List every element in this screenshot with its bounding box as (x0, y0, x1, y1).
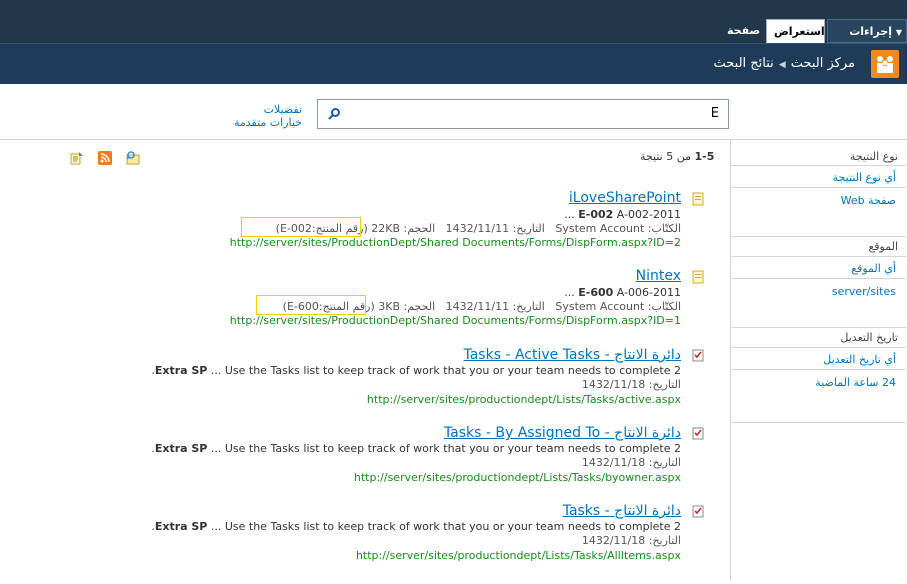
result-item: دائرة الانتاج - Tasks 2 Extra SP ... Use… (0, 503, 728, 584)
highlight-box (256, 295, 366, 315)
search-input[interactable]: E (317, 99, 729, 129)
result-item: دائرة الانتاج - Tasks - Active Tasks 2 E… (0, 347, 728, 428)
refine-site-any-box: أي الموقع (731, 256, 906, 279)
refine-result-type-web-page[interactable]: صفحة Web (841, 194, 896, 207)
result-title-link[interactable]: دائرة الانتاج - Tasks (563, 503, 681, 519)
result-authors: System Account (555, 300, 645, 313)
result-authors-label: الكتّاب: (647, 300, 681, 313)
refine-result-type-any[interactable]: أي نوع النتيجة (833, 171, 896, 184)
result-date: 1432/11/11 (445, 300, 510, 313)
result-authors: System Account (555, 222, 645, 235)
result-meta: التاريخ: 1432/11/18 (582, 534, 681, 547)
results-count: 1-5 من 5 نتيجة (640, 150, 714, 163)
result-title-link[interactable]: دائرة الانتاج - Tasks - Active Tasks (463, 347, 681, 363)
result-summary-bold: Extra SP (154, 520, 208, 533)
document-icon (692, 270, 704, 284)
result-title-link[interactable]: iLoveSharePoint (569, 190, 681, 206)
result-item: iLoveSharePoint E-002 A-002-2011 ... الك… (0, 190, 728, 272)
breadcrumb-page: نتائج البحث (713, 56, 774, 71)
result-summary-pre: 2 (674, 442, 681, 455)
chevron-down-icon: ▼ (895, 28, 902, 37)
result-date-label: التاريخ: (512, 300, 545, 313)
ribbon-bar: ▼ إجراءات الموقع استعراض صفحة (0, 0, 907, 63)
tab-browse[interactable]: استعراض (766, 19, 825, 43)
refine-modified-list: 24 ساعة الماضية (731, 369, 906, 423)
refine-result-type-list: صفحة Web (731, 187, 906, 237)
task-list-icon (692, 349, 704, 362)
result-date-label: التاريخ: (648, 456, 681, 469)
refine-modified-any[interactable]: أي تاريخ التعديل (823, 353, 896, 366)
refine-site-heading: الموقع (868, 240, 898, 253)
refine-site-any[interactable]: أي الموقع (851, 262, 896, 275)
result-meta: التاريخ: 1432/11/18 (582, 456, 681, 469)
breadcrumb-separator-icon: ◀ (778, 60, 786, 70)
refine-site-list: server/sites (731, 278, 906, 328)
result-summary-bold: E-002 (578, 208, 614, 221)
result-summary-text: ... Use the Tasks list to keep track of … (151, 442, 671, 455)
result-date: 1432/11/18 (581, 378, 646, 391)
result-title-link[interactable]: Nintex (636, 268, 681, 284)
result-date: 1432/11/18 (581, 456, 646, 469)
result-summary-bold: E-600 (578, 286, 614, 299)
result-date: 1432/11/18 (581, 534, 646, 547)
breadcrumb: مركز البحث ◀ نتائج البحث (713, 56, 855, 71)
breadcrumb-site-link[interactable]: مركز البحث (791, 56, 855, 71)
result-size-label: الحجم: (403, 300, 436, 313)
search-icon[interactable] (327, 107, 341, 121)
result-summary: E-002 A-002-2011 ... (564, 208, 681, 221)
result-authors-label: الكتّاب: (647, 222, 681, 235)
tab-page[interactable]: صفحة (720, 19, 764, 43)
result-size: 3KB (378, 300, 401, 313)
result-size-label: الحجم: (403, 222, 436, 235)
refine-result-type-any-box: أي نوع النتيجة (731, 165, 906, 188)
result-summary: 2 Extra SP ... Use the Tasks list to kee… (151, 442, 681, 455)
site-actions-menu[interactable]: ▼ إجراءات الموقع (827, 19, 907, 63)
result-summary: 2 Extra SP ... Use the Tasks list to kee… (151, 520, 681, 533)
result-title-link[interactable]: دائرة الانتاج - Tasks - By Assigned To (444, 425, 681, 441)
results-area: 1-5 من 5 نتيجة iLoveSharePoint E-002 A-0… (0, 140, 728, 581)
rss-icon[interactable] (98, 151, 112, 165)
task-list-icon (692, 505, 704, 518)
task-list-icon (692, 427, 704, 440)
result-url-link[interactable]: http://server/sites/ProductionDept/Share… (230, 314, 681, 327)
results-range: 1-5 (694, 150, 715, 163)
result-summary-pre: 2 (674, 520, 681, 533)
result-meta: التاريخ: 1432/11/18 (582, 378, 681, 391)
results-total: من 5 نتيجة (640, 150, 691, 163)
preferences-link[interactable]: تفضيلات (240, 103, 302, 116)
site-logo-icon[interactable] (871, 50, 899, 78)
result-size: 22KB (371, 222, 401, 235)
search-area: E تفضيلات خيارات متقدمة (0, 84, 907, 140)
result-url-link[interactable]: http://server/sites/ProductionDept/Share… (230, 236, 681, 249)
result-date: 1432/11/11 (445, 222, 510, 235)
advanced-search-link[interactable]: خيارات متقدمة (220, 116, 302, 129)
document-icon (692, 192, 704, 206)
result-date-label: التاريخ: (648, 378, 681, 391)
refine-modified-heading: تاريخ التعديل (840, 331, 898, 344)
refinement-panel: نوع النتيجة أي نوع النتيجة صفحة Web المو… (730, 140, 907, 581)
result-summary-bold: Extra SP (154, 442, 208, 455)
result-url-link[interactable]: http://server/sites/productiondept/Lists… (356, 549, 681, 562)
search-query-text: E (710, 106, 719, 121)
result-summary-bold: Extra SP (154, 364, 208, 377)
result-summary: E-600 A-006-2011 ... (564, 286, 681, 299)
refine-modified-any-box: أي تاريخ التعديل (731, 347, 906, 370)
result-url-link[interactable]: http://server/sites/productiondept/Lists… (367, 393, 681, 406)
result-summary-text: ... Use the Tasks list to keep track of … (151, 364, 671, 377)
result-item: دائرة الانتاج - Tasks - By Assigned To 2… (0, 425, 728, 506)
refine-modified-24h[interactable]: 24 ساعة الماضية (815, 376, 896, 389)
result-date-label: التاريخ: (512, 222, 545, 235)
result-summary-pre: 2 (674, 364, 681, 377)
highlight-box (241, 217, 361, 237)
search-from-windows-icon[interactable] (126, 151, 140, 165)
result-item: Nintex E-600 A-006-2011 ... الكتّاب: Sys… (0, 268, 728, 350)
refine-result-type-heading: نوع النتيجة (849, 150, 898, 163)
refine-site-server-sites[interactable]: server/sites (832, 285, 896, 298)
title-bar: مركز البحث ◀ نتائج البحث (0, 43, 907, 84)
alert-me-icon[interactable] (70, 151, 84, 165)
result-summary-text: ... Use the Tasks list to keep track of … (151, 520, 671, 533)
result-summary: 2 Extra SP ... Use the Tasks list to kee… (151, 364, 681, 377)
result-url-link[interactable]: http://server/sites/productiondept/Lists… (354, 471, 681, 484)
result-date-label: التاريخ: (648, 534, 681, 547)
